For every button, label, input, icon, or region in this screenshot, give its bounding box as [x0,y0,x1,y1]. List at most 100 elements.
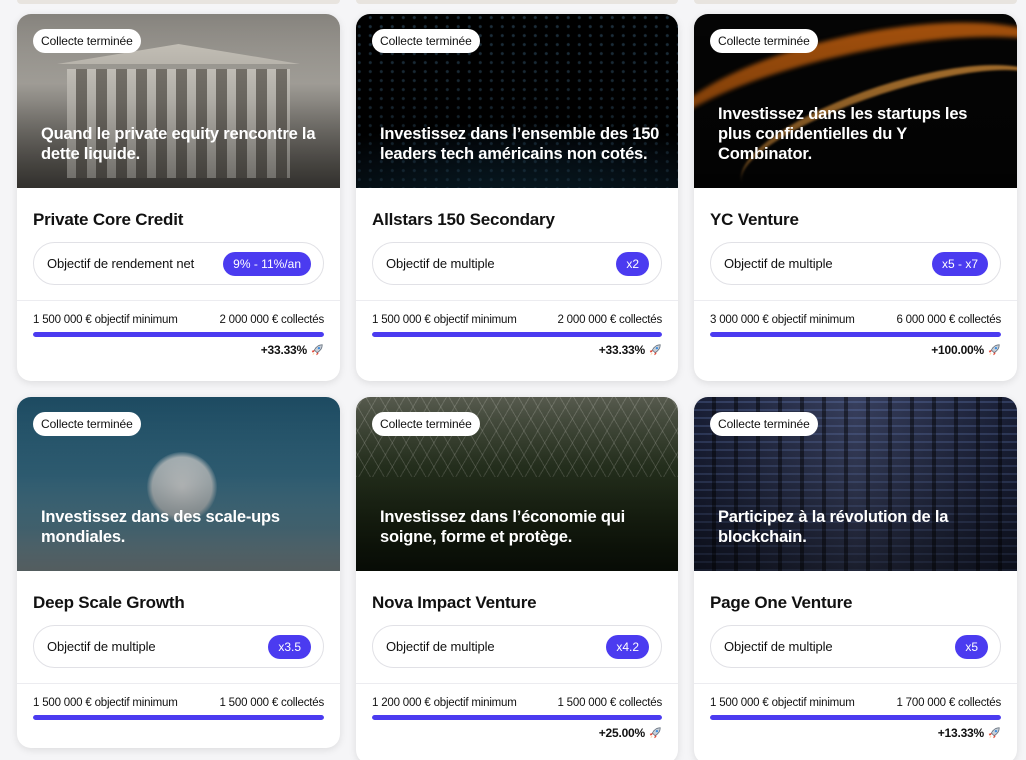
objective-label: Objectif de multiple [386,256,495,271]
collected-stat: 1 500 000 € collectés [557,697,662,709]
objective-box: Objectif de multiple x4.2 [372,625,662,668]
funding-stats: 1 500 000 € objectif minimum 1 500 000 €… [17,684,340,709]
collected-label: collectés [281,697,324,709]
growth-indicator: +33.33% [17,337,340,357]
rocket-icon [649,344,661,356]
objective-box: Objectif de multiple x5 [710,625,1001,668]
progress-fill [33,715,324,720]
card-hero-image: Collecte terminée Investissez dans des s… [17,397,340,571]
minimum-amount: 3 000 000 € [710,314,769,326]
minimum-stat: 1 500 000 € objectif minimum [33,697,178,709]
minimum-amount: 1 500 000 € [33,697,92,709]
card-hero-image: Collecte terminée Quand le private equit… [17,14,340,188]
minimum-label: objectif minimum [433,314,517,326]
fund-card-yc-venture[interactable]: Collecte terminée Investissez dans les s… [694,14,1017,381]
objective-box: Objectif de multiple x2 [372,242,662,285]
minimum-amount: 1 500 000 € [372,314,431,326]
minimum-label: objectif minimum [94,314,178,326]
fund-card-page-one-venture[interactable]: Collecte terminée Participez à la révolu… [694,397,1017,760]
minimum-label: objectif minimum [94,697,178,709]
fund-name: Deep Scale Growth [33,593,185,612]
funding-stats: 1 500 000 € objectif minimum 2 000 000 €… [17,301,340,326]
minimum-amount: 1 200 000 € [372,697,431,709]
growth-indicator: +33.33% [356,337,678,357]
objective-label: Objectif de multiple [724,639,833,654]
collected-stat: 1 500 000 € collectés [219,697,324,709]
fund-card-deep-scale-growth[interactable]: Collecte terminée Investissez dans des s… [17,397,340,748]
status-badge: Collecte terminée [372,412,480,436]
minimum-amount: 1 500 000 € [33,314,92,326]
minimum-stat: 1 200 000 € objectif minimum [372,697,517,709]
card-hero-image: Collecte terminée Investissez dans les s… [694,14,1017,188]
minimum-stat: 1 500 000 € objectif minimum [372,314,517,326]
objective-box: Objectif de multiple x3.5 [33,625,324,668]
card-headline: Investissez dans l’ensemble des 150 lead… [380,125,660,163]
rocket-icon [988,727,1000,739]
fund-name: Nova Impact Venture [372,593,537,612]
fund-cards-grid: Collecte terminée Quand le private equit… [17,14,1017,760]
objective-value-pill: x2 [616,251,649,276]
collected-stat: 6 000 000 € collectés [896,314,1001,326]
objective-label: Objectif de multiple [47,639,156,654]
fund-name: Page One Venture [710,593,853,612]
status-badge: Collecte terminée [710,29,818,53]
collected-amount: 2 000 000 € [219,314,279,326]
fund-card-private-core-credit[interactable]: Collecte terminée Quand le private equit… [17,14,340,381]
objective-label: Objectif de rendement net [47,256,195,271]
objective-value-pill: x4.2 [606,634,649,659]
previous-row-edge [0,0,1026,4]
growth-value: +25.00% [598,726,646,740]
growth-indicator: +100.00% [694,337,1017,357]
funding-stats: 3 000 000 € objectif minimum 6 000 000 €… [694,301,1017,326]
card-hero-image: Collecte terminée Investissez dans l’éco… [356,397,678,571]
growth-value: +33.33% [598,343,646,357]
growth-value: +33.33% [260,343,308,357]
funding-stats: 1 500 000 € objectif minimum 2 000 000 €… [356,301,678,326]
objective-label: Objectif de multiple [724,256,833,271]
fund-name: YC Venture [710,210,799,229]
minimum-stat: 3 000 000 € objectif minimum [710,314,855,326]
objective-box: Objectif de rendement net 9% - 11%/an [33,242,324,285]
collected-label: collectés [281,314,324,326]
growth-indicator: +13.33% [694,720,1017,740]
objective-label: Objectif de multiple [386,639,495,654]
collected-amount: 1 500 000 € [219,697,279,709]
collected-stat: 2 000 000 € collectés [219,314,324,326]
objective-value-pill: 9% - 11%/an [223,251,311,276]
card-headline: Investissez dans des scale-ups mondiales… [41,508,280,546]
minimum-amount: 1 500 000 € [710,697,769,709]
collected-label: collectés [958,314,1001,326]
minimum-label: objectif minimum [771,697,855,709]
card-headline: Investissez dans l’économie qui soigne, … [380,508,626,546]
fund-card-nova-impact-venture[interactable]: Collecte terminée Investissez dans l’éco… [356,397,678,760]
collected-label: collectés [619,697,662,709]
rocket-icon [988,344,1000,356]
collected-stat: 1 700 000 € collectés [896,697,1001,709]
growth-indicator: +25.00% [356,720,678,740]
status-badge: Collecte terminée [372,29,480,53]
growth-value: +13.33% [937,726,985,740]
collected-amount: 1 500 000 € [557,697,617,709]
fund-name: Allstars 150 Secondary [372,210,555,229]
status-badge: Collecte terminée [710,412,818,436]
card-headline: Participez à la révolution de la blockch… [718,508,949,546]
fund-name: Private Core Credit [33,210,184,229]
objective-value-pill: x5 - x7 [931,251,988,276]
minimum-stat: 1 500 000 € objectif minimum [710,697,855,709]
growth-value: +100.00% [931,343,984,357]
card-headline: Quand le private equity rencontre la det… [41,125,316,163]
funding-stats: 1 500 000 € objectif minimum 1 700 000 €… [694,684,1017,709]
status-badge: Collecte terminée [33,412,141,436]
objective-value-pill: x5 [955,634,988,659]
collected-amount: 2 000 000 € [557,314,617,326]
fund-card-allstars-150-secondary[interactable]: Collecte terminée Investissez dans l’ens… [356,14,678,381]
objective-value-pill: x3.5 [268,634,311,659]
collected-amount: 6 000 000 € [896,314,956,326]
objective-box: Objectif de multiple x5 - x7 [710,242,1001,285]
funding-stats: 1 200 000 € objectif minimum 1 500 000 €… [356,684,678,709]
collected-stat: 2 000 000 € collectés [557,314,662,326]
rocket-icon [311,344,323,356]
minimum-label: objectif minimum [771,314,855,326]
status-badge: Collecte terminée [33,29,141,53]
card-hero-image: Collecte terminée Investissez dans l’ens… [356,14,678,188]
